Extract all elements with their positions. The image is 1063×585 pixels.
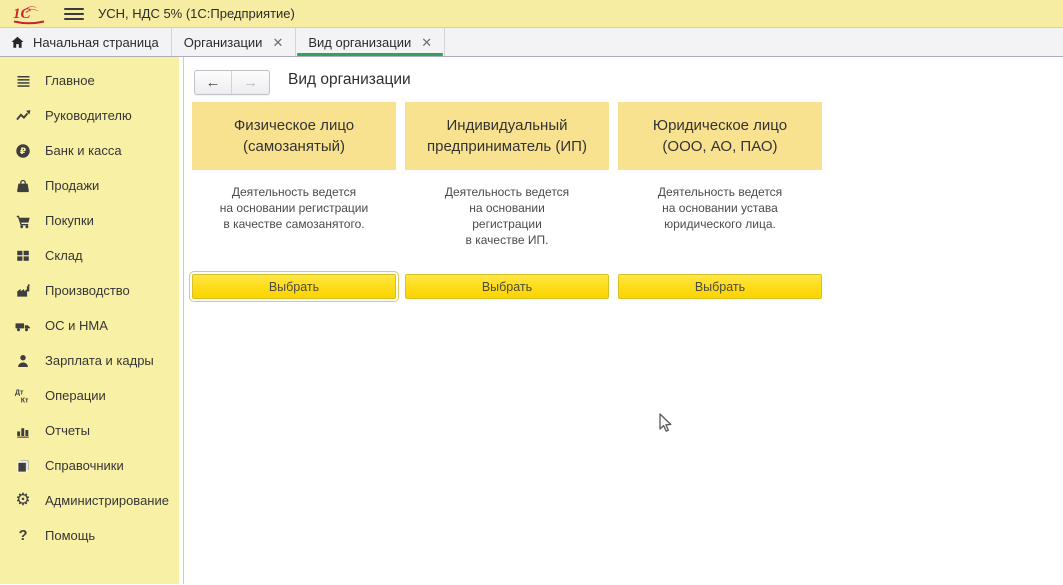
- tab-close-icon[interactable]: ✕: [272, 36, 283, 49]
- gear-icon: ⚙: [12, 491, 34, 511]
- sidebar-item-label: Продажи: [45, 178, 99, 193]
- sidebar-item-main[interactable]: Главное: [0, 63, 183, 98]
- person-icon: [12, 351, 34, 371]
- chart-icon: [12, 421, 34, 441]
- organization-kind-cards: Физическое лицо(самозанятый)Деятельность…: [192, 102, 822, 299]
- card-description: Деятельность ведетсяна основаниирегистра…: [405, 184, 609, 248]
- sidebar-item-label: Производство: [45, 283, 130, 298]
- forward-button[interactable]: →: [232, 71, 269, 94]
- active-tab-underline: [297, 53, 443, 56]
- home-icon: [10, 35, 25, 50]
- truck-icon: [12, 316, 34, 336]
- select-button-legal-entity[interactable]: Выбрать: [618, 274, 822, 299]
- sidebar-item-label: Зарплата и кадры: [45, 353, 154, 368]
- bag-icon: [12, 176, 34, 196]
- sidebar-item-label: Отчеты: [45, 423, 90, 438]
- help-icon: ?: [12, 526, 34, 546]
- sidebar-item-payroll-hr[interactable]: Зарплата и кадры: [0, 343, 183, 378]
- factory-icon: [12, 281, 34, 301]
- sidebar-item-fixed-assets[interactable]: ОС и НМА: [0, 308, 183, 343]
- sidebar-item-label: Руководителю: [45, 108, 132, 123]
- svg-text:₽: ₽: [20, 147, 26, 157]
- main-menu-icon[interactable]: [64, 6, 84, 22]
- ruble-icon: ₽: [12, 141, 34, 161]
- menu-icon: [12, 71, 34, 91]
- sidebar-item-label: Операции: [45, 388, 106, 403]
- sidebar-item-references[interactable]: Справочники: [0, 448, 183, 483]
- page-title: Вид организации: [288, 71, 411, 89]
- svg-text:1С: 1С: [13, 6, 32, 22]
- sidebar-item-label: Покупки: [45, 213, 94, 228]
- svg-text:Кт: Кт: [21, 397, 29, 404]
- select-button-sole-proprietor[interactable]: Выбрать: [405, 274, 609, 299]
- sidebar-item-help[interactable]: ? Помощь: [0, 518, 183, 553]
- sidebar-item-label: ОС и НМА: [45, 318, 108, 333]
- sidebar-item-purchases[interactable]: Покупки: [0, 203, 183, 238]
- card-description: Деятельность ведетсяна основании регистр…: [192, 184, 396, 232]
- tab-label: Начальная страница: [33, 35, 159, 50]
- sections-panel: Главное Руководителю ₽ Банк и касса Продажи П…: [0, 57, 184, 584]
- books-icon: [12, 456, 34, 476]
- sidebar-item-sales[interactable]: Продажи: [0, 168, 183, 203]
- 1c-logo-icon: 1С: [12, 3, 48, 25]
- select-button-individual-self-employed[interactable]: Выбрать: [192, 274, 396, 299]
- card-title: Индивидуальныйпредприниматель (ИП): [405, 102, 609, 170]
- card-title: Юридическое лицо(ООО, АО, ПАО): [618, 102, 822, 170]
- sidebar-item-label: Администрирование: [45, 493, 169, 508]
- tab-organizations[interactable]: Организации ✕: [172, 28, 297, 56]
- sidebar-item-label: Главное: [45, 73, 95, 88]
- card-legal-entity: Юридическое лицо(ООО, АО, ПАО) Деятельнос…: [618, 102, 822, 299]
- card-sole-proprietor: Индивидуальныйпредприниматель (ИП) Деятел…: [405, 102, 609, 299]
- sidebar-item-label: Справочники: [45, 458, 124, 473]
- sidebar-item-label: Склад: [45, 248, 83, 263]
- tab-bar: Начальная страницаОрганизации✕Вид органи…: [0, 28, 1063, 57]
- sections-list: Главное Руководителю ₽ Банк и касса Продажи П…: [0, 57, 183, 553]
- card-title: Физическое лицо(самозанятый): [192, 102, 396, 170]
- sidebar-item-label: Помощь: [45, 528, 95, 543]
- window-title: УСН, НДС 5% (1С:Предприятие): [98, 6, 295, 21]
- card-description: Деятельность ведетсяна основании уставаю…: [618, 184, 822, 232]
- tab-close-icon[interactable]: ✕: [421, 36, 432, 49]
- dtkt-icon: ДтКт: [12, 386, 34, 406]
- tab-home[interactable]: Начальная страница: [0, 28, 172, 56]
- back-button[interactable]: ←: [195, 71, 232, 94]
- sidebar-item-production[interactable]: Производство: [0, 273, 183, 308]
- sidebar-item-operations[interactable]: ДтКт Операции: [0, 378, 183, 413]
- tab-label: Вид организации: [308, 35, 411, 50]
- cart-icon: [12, 211, 34, 231]
- card-individual-self-employed: Физическое лицо(самозанятый) Деятельность…: [192, 102, 396, 299]
- sidebar-item-warehouse[interactable]: Склад: [0, 238, 183, 273]
- arrow-right-icon: →: [243, 74, 258, 91]
- window-title-bar: 1С УСН, НДС 5% (1С:Предприятие): [0, 0, 1063, 28]
- trend-icon: [12, 106, 34, 126]
- tab-label: Организации: [184, 35, 263, 50]
- sidebar-item-administration[interactable]: ⚙ Администрирование: [0, 483, 183, 518]
- history-nav: ← →: [194, 70, 270, 95]
- sidebar-item-reports[interactable]: Отчеты: [0, 413, 183, 448]
- form-organization-kind: ← → Вид организации Физическое лицо(само…: [184, 57, 1063, 584]
- sidebar-item-manager[interactable]: Руководителю: [0, 98, 183, 133]
- svg-text:Дт: Дт: [15, 389, 24, 396]
- warehouse-icon: [12, 246, 34, 266]
- tab-organization-kind[interactable]: Вид организации ✕: [296, 28, 445, 56]
- sidebar-item-label: Банк и касса: [45, 143, 122, 158]
- sidebar-item-bank-cash[interactable]: ₽ Банк и касса: [0, 133, 183, 168]
- arrow-left-icon: ←: [206, 74, 221, 91]
